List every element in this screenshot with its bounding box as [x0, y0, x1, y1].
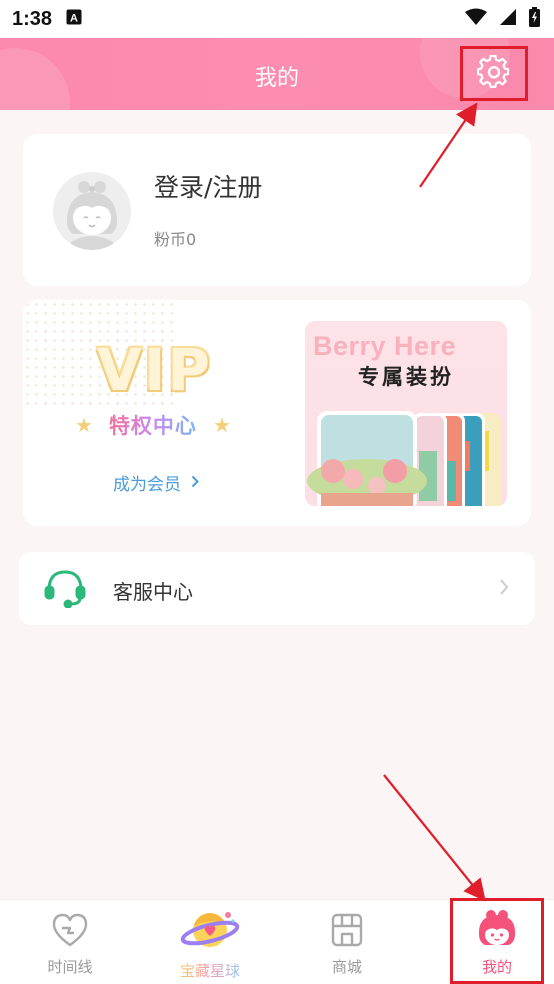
wifi-icon [465, 8, 487, 30]
tab-treasure-planet[interactable]: 宝藏星球 [165, 900, 255, 984]
status-bar: 1:38 A [0, 0, 554, 38]
battery-icon [529, 7, 540, 31]
star-icon: ★ [212, 413, 231, 437]
tab-label: 商城 [331, 958, 362, 976]
tab-shop[interactable]: 商城 [307, 900, 387, 984]
customer-service-row[interactable]: 客服中心 [19, 552, 535, 625]
heart-timeline-icon [51, 912, 89, 952]
svg-text:A: A [70, 13, 78, 25]
headset-icon [43, 568, 87, 612]
become-member-label: 成为会员 [113, 475, 181, 495]
tab-timeline[interactable]: 时间线 [30, 900, 110, 984]
tab-label: 我的 [481, 958, 512, 976]
shop-icon [330, 912, 364, 952]
vip-subtitle-row: ★ 特权中心 ★ [75, 410, 231, 440]
page-header: 我的 [0, 38, 554, 110]
tab-mine[interactable]: 我的 [450, 898, 544, 984]
customer-service-label: 客服中心 [113, 580, 193, 604]
tab-label: 时间线 [47, 958, 93, 976]
girl-avatar-icon [476, 910, 518, 952]
notification-icon: A [66, 9, 82, 29]
bottom-tab-bar: 时间线 宝藏星球 商城 我的 [0, 898, 554, 984]
coin-balance: 粉币0 [154, 230, 197, 249]
star-icon: ★ [75, 413, 93, 437]
become-member-link[interactable]: 成为会员 [113, 470, 199, 495]
vip-subtitle: 特权中心 [109, 410, 197, 440]
chevron-right-icon [499, 578, 509, 600]
chevron-right-icon [191, 473, 199, 493]
outfit-preview-image [307, 411, 501, 506]
vip-card[interactable]: VIP ★ 特权中心 ★ 成为会员 Berry Here 专属装扮 [23, 300, 531, 526]
vip-title: VIP [97, 336, 212, 404]
profile-card[interactable]: 登录/注册 粉币0 [23, 134, 531, 286]
tab-label: 宝藏星球 [179, 962, 240, 980]
settings-button[interactable] [460, 46, 528, 101]
exclusive-outfit-banner[interactable]: Berry Here 专属装扮 [305, 321, 507, 506]
planet-icon [180, 906, 240, 956]
signal-icon [499, 8, 517, 30]
avatar[interactable] [53, 172, 131, 250]
login-register-link[interactable]: 登录/注册 [154, 168, 262, 204]
status-time: 1:38 [12, 7, 53, 30]
gear-icon [476, 54, 511, 93]
